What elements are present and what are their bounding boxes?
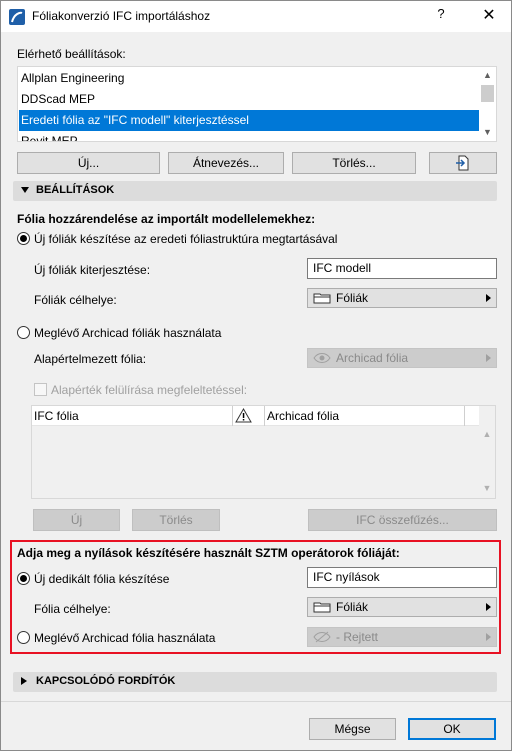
presets-label: Elérhető beállítások: [17,47,126,61]
hidden-eye-icon [313,631,331,643]
export-preset-button[interactable] [429,152,497,174]
override-checkbox[interactable] [34,383,47,396]
openings-destination-value: Fóliák [336,600,369,614]
presets-scrollbar[interactable]: ▲ ▼ [479,67,496,141]
openings-destination-label: Fólia célhelye: [34,602,111,616]
title-bar: Fóliakonverzió IFC importáláshoz ? ✕ [1,1,511,32]
collapse-icon [21,187,29,193]
delete-preset-button[interactable]: Törlés... [292,152,416,174]
help-button[interactable]: ? [429,6,453,26]
related-translators-title: KAPCSOLÓDÓ FORDÍTÓK [36,675,176,687]
existing-layer-value: - Rejtett [336,630,379,644]
scroll-up-icon[interactable]: ▲ [479,67,496,84]
warning-icon [235,408,252,423]
scroll-up-icon[interactable]: ▲ [479,426,495,443]
scroll-down-icon[interactable]: ▼ [479,124,496,141]
existing-layers-radio[interactable] [17,326,30,339]
chevron-right-icon [486,633,491,641]
existing-layer-label: Meglévő Archicad fólia használata [34,631,216,645]
folder-icon [313,602,331,613]
chevron-right-icon [486,294,491,302]
new-preset-button[interactable]: Új... [17,152,160,174]
chevron-right-icon [486,603,491,611]
list-item-selected[interactable]: Eredeti fólia az "IFC modell" kiterjeszt… [19,110,480,131]
list-item[interactable]: Allplan Engineering [19,68,480,89]
cancel-button[interactable]: Mégse [309,718,396,740]
ok-button[interactable]: OK [408,718,496,740]
settings-section-title: BEÁLLÍTÁSOK [36,184,115,196]
delete-mapping-button[interactable]: Törlés [132,509,220,531]
default-layer-label: Alapértelmezett fólia: [34,352,147,366]
openings-layer-input[interactable]: IFC nyílások [307,567,497,588]
window-title: Fóliakonverzió IFC importáláshoz [32,9,211,23]
layer-destination-label: Fóliák célhelye: [34,293,117,307]
ifc-merge-button[interactable]: IFC összefűzés... [308,509,497,531]
export-file-icon [456,155,469,171]
list-item[interactable]: DDScad MEP [19,89,480,110]
layer-extension-input[interactable]: IFC modell [307,258,497,279]
scroll-thumb[interactable] [481,85,494,102]
archicad-logo-icon [9,9,25,25]
list-item[interactable]: Revit MEP [19,131,480,141]
table-scrollbar[interactable]: ▲ ▼ [479,406,495,498]
column-header-archicad-layer: Archicad fólia [267,409,340,423]
new-dedicated-layer-radio[interactable] [17,572,30,585]
new-mapping-button[interactable]: Új [33,509,120,531]
layer-destination-dropdown[interactable]: Fóliák [307,288,497,308]
rename-preset-button[interactable]: Átnevezés... [168,152,284,174]
existing-layer-radio[interactable] [17,631,30,644]
layer-mapping-table: IFC fólia Archicad fólia ▲ ▼ [31,405,496,499]
existing-layer-dropdown[interactable]: - Rejtett [307,627,497,647]
settings-section-header[interactable]: BEÁLLÍTÁSOK [13,181,497,201]
table-header: IFC fólia Archicad fólia [32,406,479,426]
layer-assignment-heading: Fólia hozzárendelése az importált modell… [17,212,316,226]
default-layer-dropdown[interactable]: Archicad fólia [307,348,497,368]
openings-destination-dropdown[interactable]: Fóliák [307,597,497,617]
override-label: Alapérték felülírása megfeleltetéssel: [51,383,248,397]
scroll-down-icon[interactable]: ▼ [479,480,495,497]
new-layers-radio[interactable] [17,232,30,245]
column-divider [264,406,265,426]
close-button[interactable]: ✕ [475,4,503,28]
chevron-right-icon [486,354,491,362]
new-dedicated-layer-label: Új dedikált fólia készítése [34,572,170,586]
column-divider [464,406,465,426]
dialog-content: Elérhető beállítások: Allplan Engineerin… [1,32,511,750]
column-divider [232,406,233,426]
presets-list[interactable]: Allplan Engineering DDScad MEP Eredeti f… [17,66,497,142]
column-header-ifc-layer: IFC fólia [34,409,79,423]
existing-layers-label: Meglévő Archicad fóliák használata [34,326,222,340]
default-layer-value: Archicad fólia [336,351,409,365]
footer-divider [1,701,511,702]
layer-destination-value: Fóliák [336,291,369,305]
layer-extension-label: Új fóliák kiterjesztése: [34,263,151,277]
folder-icon [313,293,331,304]
expand-icon [21,677,27,685]
openings-heading: Adja meg a nyílások készítésére használt… [17,546,400,560]
new-layers-label: Új fóliák készítése az eredeti fóliastru… [34,232,338,246]
related-translators-section-header[interactable]: KAPCSOLÓDÓ FORDÍTÓK [13,672,497,692]
eye-icon [313,353,331,363]
dialog-window: Fóliakonverzió IFC importáláshoz ? ✕ Elé… [0,0,512,751]
